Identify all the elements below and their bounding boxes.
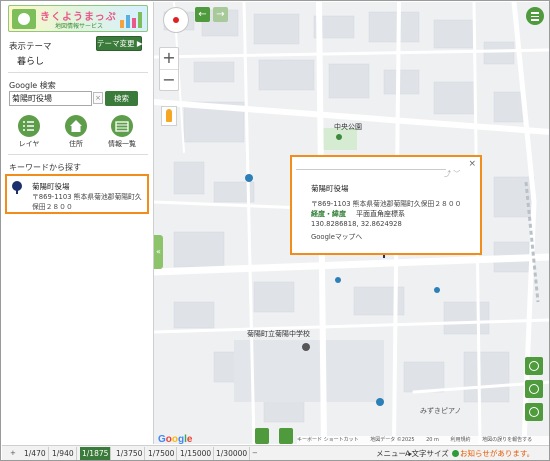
logo-icon bbox=[12, 9, 36, 29]
bottom-bar: + 1/470 1/940 1/1875 1/3750 1/7500 1/150… bbox=[2, 445, 549, 460]
map-data-credit: 地図データ ©2025 bbox=[370, 437, 415, 443]
popup-coord-system[interactable]: 平面直角座標系 bbox=[356, 209, 405, 219]
pin-tool-icon[interactable] bbox=[255, 428, 269, 444]
zoom-out-scale-icon[interactable]: − bbox=[252, 447, 258, 460]
scale-option[interactable]: 1/15000 bbox=[178, 447, 215, 460]
theme-change-button[interactable]: テーマ変更 ▶ bbox=[96, 36, 143, 51]
back-button[interactable]: ← bbox=[195, 7, 210, 22]
logo-chart-icon bbox=[120, 10, 144, 28]
bus-stop-marker bbox=[245, 174, 253, 182]
scale-option[interactable]: 1/7500 bbox=[146, 447, 178, 460]
street-view-pegman-icon[interactable] bbox=[161, 106, 177, 126]
map-attribution: キーボード ショートカット 地図データ ©2025 20 m 利用規約 地図の誤… bbox=[297, 436, 549, 444]
forward-button[interactable]: → bbox=[213, 7, 228, 22]
theme-value: 暮らし bbox=[17, 57, 45, 67]
park-label: 中央公園 bbox=[334, 123, 362, 131]
settings-icon[interactable] bbox=[525, 403, 543, 421]
scale-option[interactable]: 1/940 bbox=[50, 447, 77, 460]
zoom-in-scale-icon[interactable]: + bbox=[10, 447, 16, 460]
app-frame: 中央公園 菊陽町立菊陽中学校 みずきピアノ ← → + − × ⤴︎ ﹀ 菊陽町… bbox=[0, 0, 550, 461]
search-result-item[interactable]: 菊陽町役場 〒869-1103 熊本県菊池郡菊陽町久保田２８００ bbox=[5, 174, 149, 214]
scale-option-active[interactable]: 1/1875 bbox=[80, 447, 112, 460]
result-name: 菊陽町役場 bbox=[32, 182, 70, 191]
theme-label: 表示テーマ bbox=[9, 42, 52, 52]
popup-close-icon[interactable]: × bbox=[468, 159, 476, 169]
notice-icon bbox=[452, 450, 459, 457]
search-clear-icon[interactable]: × bbox=[93, 92, 103, 104]
search-input[interactable] bbox=[9, 91, 92, 106]
scale-option[interactable]: 1/30000 bbox=[214, 447, 251, 460]
school-label: 菊陽町立菊陽中学校 bbox=[247, 330, 310, 338]
report-error-link[interactable]: 地図の誤りを報告する bbox=[482, 437, 532, 443]
scale-label: 20 m bbox=[426, 437, 439, 443]
map-canvas[interactable]: 中央公園 菊陽町立菊陽中学校 みずきピアノ ← → + − × ⤴︎ ﹀ 菊陽町… bbox=[154, 2, 549, 444]
list-icon bbox=[111, 115, 133, 137]
tool-info-list[interactable]: 情報一覧 bbox=[108, 115, 136, 149]
terms-link[interactable]: 利用規約 bbox=[451, 437, 471, 443]
scale-option[interactable]: 1/3750 bbox=[114, 447, 146, 460]
keyword-search-label: キーワードから探す bbox=[9, 163, 81, 172]
popup-coords: 130.8286818, 32.8624928 bbox=[311, 220, 402, 228]
google-logo: Google bbox=[158, 434, 193, 444]
scale-option[interactable]: 1/470 bbox=[22, 447, 49, 460]
zoom-control: + − bbox=[159, 47, 179, 91]
shop-label: みずきピアノ bbox=[420, 407, 462, 415]
site-logo[interactable]: きくようまっぷ 地図情報サービス bbox=[8, 5, 148, 32]
popup-name: 菊陽町役場 bbox=[311, 184, 349, 193]
font-size-link[interactable]: Ａ文字サイズ bbox=[404, 446, 449, 460]
popup-coord-label[interactable]: 経度・緯度 bbox=[311, 209, 346, 219]
marker-tool-icon[interactable] bbox=[279, 428, 293, 444]
popup-share-icon[interactable]: ⤴︎ ﹀ bbox=[444, 169, 460, 179]
house-icon bbox=[65, 115, 87, 137]
zoom-out-button[interactable]: − bbox=[160, 70, 178, 92]
sidebar: きくようまっぷ 地図情報サービス 表示テーマ テーマ変更 ▶ 暮らし Googl… bbox=[2, 2, 154, 444]
google-maps-link[interactable]: Googleマップへ bbox=[311, 231, 362, 241]
layers-icon[interactable] bbox=[525, 380, 543, 398]
search-button[interactable]: 検索 bbox=[105, 91, 138, 106]
location-pin-icon bbox=[12, 181, 22, 194]
sidebar-collapse-handle[interactable]: « bbox=[154, 235, 163, 269]
result-address: 〒869-1103 熊本県菊池郡菊陽町久保田２８００ bbox=[32, 193, 142, 211]
google-search-label: Google 検索 bbox=[9, 81, 56, 90]
tool-address[interactable]: 住所 bbox=[62, 115, 90, 149]
info-popup: × ⤴︎ ﹀ 菊陽町役場 〒869-1103 熊本県菊池郡菊陽町久保田２８００ … bbox=[290, 155, 482, 255]
zoom-in-button[interactable]: + bbox=[160, 48, 178, 70]
locate-icon[interactable] bbox=[525, 357, 543, 375]
menu-icon[interactable] bbox=[526, 7, 544, 25]
layer-list-icon bbox=[18, 115, 40, 137]
compass-icon[interactable] bbox=[163, 7, 189, 33]
tool-layers[interactable]: レイヤ bbox=[15, 115, 43, 149]
notice-link[interactable]: お知らせがあります。 bbox=[460, 446, 534, 460]
keyboard-shortcut-link[interactable]: キーボード ショートカット bbox=[297, 437, 359, 443]
popup-address: 〒869-1103 熊本県菊池郡菊陽町久保田２８００ bbox=[311, 200, 462, 208]
